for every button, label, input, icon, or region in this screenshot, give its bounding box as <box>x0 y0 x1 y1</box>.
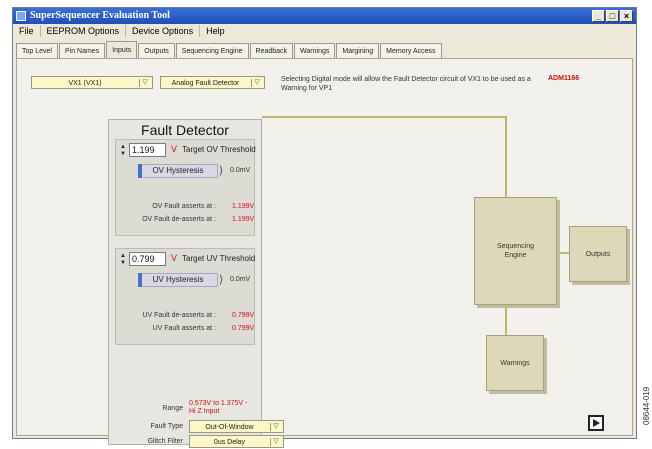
channel-select-value: VX1 (VX1) <box>68 80 102 87</box>
arrow-up-icon[interactable]: ▲ <box>120 253 126 259</box>
chevron-right-icon: ⟩ <box>219 274 224 286</box>
ov-threshold-input[interactable]: 1.199 <box>129 143 166 157</box>
tab-margining[interactable]: Margining <box>336 43 380 59</box>
tab-sequencing-engine[interactable]: Sequencing Engine <box>175 43 249 59</box>
outputs-block[interactable]: Outputs <box>569 226 627 282</box>
tab-memory-access[interactable]: Memory Access <box>380 43 442 59</box>
glitch-filter-select[interactable]: 0us Delay ▽ <box>189 435 284 448</box>
sequencing-engine-block[interactable]: Sequencing Engine <box>474 197 557 305</box>
device-label: ADM1166 <box>548 75 580 82</box>
play-button[interactable] <box>588 415 604 431</box>
sequencing-engine-label-2: Engine <box>504 252 527 259</box>
chevron-right-icon: ⟩ <box>219 165 224 177</box>
app-icon <box>16 11 26 21</box>
minimize-button[interactable]: _ <box>592 10 605 22</box>
tab-outputs[interactable]: Outputs <box>138 43 175 59</box>
ov-spinner[interactable]: ▲ ▼ <box>119 144 127 159</box>
tab-top-level[interactable]: Top Level <box>16 43 58 59</box>
arrow-down-icon[interactable]: ▼ <box>120 151 126 157</box>
menu-file[interactable]: File <box>13 25 41 37</box>
ov-threshold-label: Target OV Threshold <box>182 145 256 154</box>
maximize-button[interactable]: □ <box>606 10 619 22</box>
connector-line <box>557 252 569 254</box>
uv-hysteresis-value: 0.0mV <box>230 276 251 283</box>
tab-readback[interactable]: Readback <box>249 43 294 59</box>
tab-inputs[interactable]: Inputs <box>106 41 138 59</box>
arrow-down-icon[interactable]: ▼ <box>120 260 126 266</box>
ov-deasserts-label: OV Fault de-asserts at : <box>142 216 216 223</box>
uv-threshold-input[interactable]: 0.799 <box>129 252 166 266</box>
glitch-filter-label: Glitch Filter <box>147 438 183 445</box>
uv-threshold-box: ▲ ▼ 0.799 V Target UV Threshold UV Hyster… <box>115 248 255 345</box>
sequencing-engine-label-1: Sequencing <box>497 243 534 250</box>
detector-select-value: Analog Fault Detector <box>171 80 240 87</box>
ov-hysteresis-handle[interactable] <box>138 164 142 178</box>
title-bar: SuperSequencer Evaluation Tool _ □ × <box>13 8 636 24</box>
ov-deasserts-value: 1.199V <box>232 216 255 223</box>
uv-unit: V <box>171 253 178 263</box>
connector-line <box>505 305 507 335</box>
fault-type-value: Out-Of-Window <box>205 424 254 431</box>
tab-warnings[interactable]: Warnings <box>294 43 336 59</box>
tab-strip: Top Level Pin Names Inputs Outputs Seque… <box>16 41 443 59</box>
uv-threshold-label: Target UV Threshold <box>182 254 256 263</box>
glitch-filter-value: 0us Delay <box>213 439 246 446</box>
ov-unit: V <box>171 144 178 154</box>
fault-type-label: Fault Type <box>150 423 183 430</box>
app-window: SuperSequencer Evaluation Tool _ □ × Fil… <box>12 7 637 448</box>
info-text: Selecting Digital mode will allow the Fa… <box>281 76 531 92</box>
fault-type-select[interactable]: Out-Of-Window ▽ <box>189 420 284 433</box>
arrow-up-icon[interactable]: ▲ <box>120 144 126 150</box>
uv-deasserts-label: UV Fault de-asserts at : <box>142 312 216 319</box>
connector-line <box>262 116 507 118</box>
warnings-block[interactable]: Warnings <box>486 335 544 391</box>
range-value: 0.573V to 1.375V - Hi Z Input <box>189 400 259 416</box>
chevron-down-icon: ▽ <box>251 79 262 87</box>
uv-asserts-label: UV Fault asserts at : <box>152 325 216 332</box>
detector-select[interactable]: Analog Fault Detector ▽ <box>160 76 265 89</box>
menu-eeprom-options[interactable]: EEPROM Options <box>41 25 127 37</box>
uv-asserts-value: 0.799V <box>232 325 255 332</box>
ov-hysteresis-button[interactable]: OV Hysteresis <box>138 164 218 178</box>
connector-line <box>505 116 507 198</box>
chevron-down-icon: ▽ <box>270 423 281 431</box>
menu-device-options[interactable]: Device Options <box>126 25 201 37</box>
uv-hysteresis-button[interactable]: UV Hysteresis <box>138 273 218 287</box>
inputs-panel: VX1 (VX1) ▽ Analog Fault Detector ▽ Sele… <box>16 58 633 448</box>
uv-deasserts-value: 0.799V <box>232 312 255 319</box>
ov-asserts-value: 1.199V <box>232 203 255 210</box>
tab-pin-names[interactable]: Pin Names <box>58 43 106 59</box>
channel-select[interactable]: VX1 (VX1) ▽ <box>31 76 153 89</box>
fault-detector-title: Fault Detector <box>141 122 229 138</box>
ov-asserts-label: OV Fault asserts at : <box>152 203 216 210</box>
uv-hysteresis-handle[interactable] <box>138 273 142 287</box>
menu-help[interactable]: Help <box>200 25 231 37</box>
menu-bar: File EEPROM Options Device Options Help <box>13 24 636 38</box>
warnings-label: Warnings <box>500 359 530 367</box>
close-button[interactable]: × <box>620 10 633 22</box>
range-value-line-2: Hi Z Input <box>189 408 220 415</box>
ov-threshold-box: ▲ ▼ 1.199 V Target OV Threshold OV Hyster… <box>115 139 256 236</box>
range-label: Range <box>162 405 183 412</box>
fault-detector-panel: Fault Detector ▲ ▼ 1.199 V Target OV Thre… <box>108 119 284 448</box>
play-icon <box>593 419 600 427</box>
window-title: SuperSequencer Evaluation Tool <box>30 10 170 21</box>
ov-hysteresis-value: 0.0mV <box>230 167 251 174</box>
figure-id: 08644-019 <box>642 386 651 425</box>
range-value-line-1: 0.573V to 1.375V - <box>189 400 248 407</box>
uv-spinner[interactable]: ▲ ▼ <box>119 253 127 268</box>
outputs-label: Outputs <box>585 250 611 258</box>
chevron-down-icon: ▽ <box>139 79 150 87</box>
